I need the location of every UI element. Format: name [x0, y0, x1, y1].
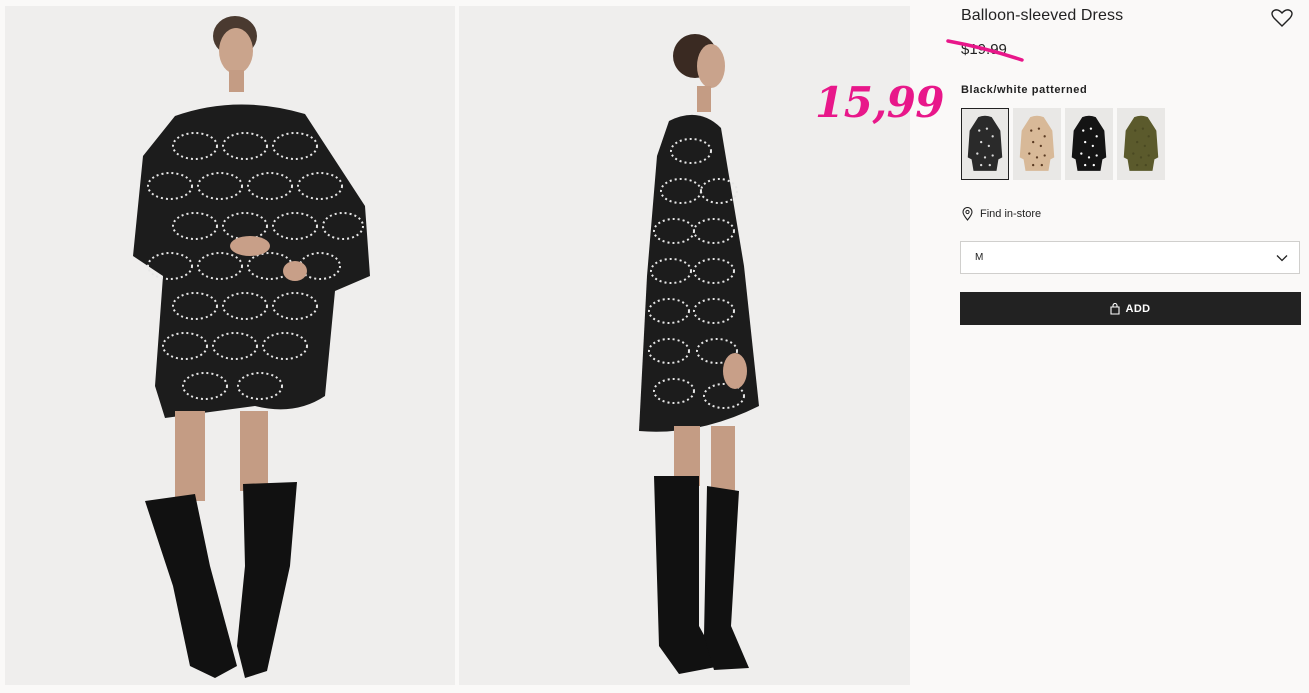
shopping-bag-icon [1110, 302, 1121, 315]
find-in-store-label: Find in-store [980, 208, 1042, 220]
add-to-bag-button[interactable]: ADD [960, 292, 1301, 325]
swatch-dress-thumbnail [967, 115, 1003, 171]
color-swatch[interactable] [961, 108, 1009, 180]
heart-icon[interactable] [1271, 8, 1293, 28]
swatch-dress-thumbnail [1019, 115, 1055, 171]
size-value: M [975, 252, 984, 263]
map-pin-icon [962, 207, 973, 221]
swatch-dress-thumbnail [1071, 115, 1107, 171]
swatch-dress-thumbnail [1123, 115, 1159, 171]
color-swatch[interactable] [1065, 108, 1113, 180]
chevron-down-icon [1276, 255, 1288, 262]
color-swatch[interactable] [1013, 108, 1061, 180]
size-dropdown[interactable]: M [960, 241, 1300, 274]
sale-price: 15,99 [815, 78, 945, 127]
product-image-front[interactable] [5, 6, 455, 685]
selected-color-label: Black/white patterned [961, 84, 1088, 96]
add-button-label: ADD [1125, 302, 1151, 315]
original-price: $19.99 [961, 41, 1007, 58]
color-swatches [961, 108, 1165, 180]
find-in-store-link[interactable]: Find in-store [962, 207, 1041, 221]
model-front-illustration [133, 16, 370, 678]
color-swatch[interactable] [1117, 108, 1165, 180]
product-title: Balloon-sleeved Dress [961, 7, 1124, 24]
